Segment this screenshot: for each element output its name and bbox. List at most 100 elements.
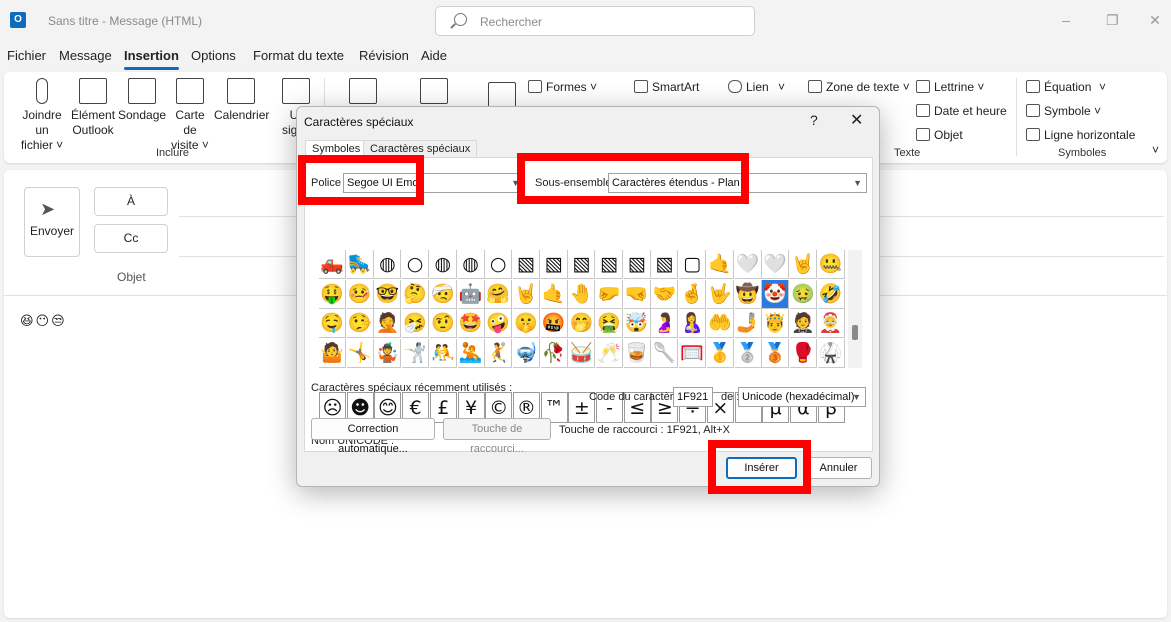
search-input[interactable]	[480, 13, 740, 31]
table-button[interactable]	[349, 72, 377, 108]
symbol-cell[interactable]: ▧	[623, 250, 651, 279]
symbol-cell[interactable]: 🤍	[762, 250, 790, 279]
symbol-cell[interactable]: 🥅	[679, 338, 707, 368]
text-box-button[interactable]: Zone de texte ˅	[808, 79, 910, 95]
symbol-cell[interactable]: 🤞	[679, 279, 707, 309]
tab-message[interactable]: Message	[59, 48, 112, 63]
symbol-cell[interactable]: ▧	[596, 250, 623, 279]
equation-dropdown[interactable]: ˅	[1099, 79, 1106, 95]
symbol-cell[interactable]: 🤮	[596, 309, 623, 338]
object-button[interactable]: Objet	[916, 127, 963, 143]
calendar-button[interactable]: Calendrier	[214, 72, 269, 123]
symbol-cell[interactable]: 🤱	[679, 309, 707, 338]
symbol-cell[interactable]: 🤹	[374, 338, 402, 368]
symbol-cell[interactable]: 🤺	[402, 338, 430, 368]
symbol-cell[interactable]: 🤩	[457, 309, 485, 338]
symbol-cell[interactable]: 🤪	[485, 309, 513, 338]
symbol-cell[interactable]: ▧	[512, 250, 540, 279]
symbol-cell[interactable]: ○	[485, 250, 513, 279]
symbol-cell[interactable]: 🤚	[568, 279, 596, 309]
symbol-cell[interactable]: 🤫	[512, 309, 540, 338]
autocorrect-button[interactable]: Correction automatique...	[311, 418, 435, 455]
symbol-cell[interactable]: 🤾	[485, 338, 513, 368]
from-combo[interactable]: Unicode (hexadécimal) ▼	[738, 387, 866, 407]
symbol-cell[interactable]: 🤸	[346, 338, 374, 368]
symbol-cell[interactable]: 🥀	[540, 338, 568, 368]
attach-file-button[interactable]: Joindre un fichier ˅	[14, 72, 70, 153]
symbol-cell[interactable]: 🤍	[734, 250, 762, 279]
symbol-cell[interactable]: 🤧	[402, 309, 430, 338]
restore-icon[interactable]: ❐	[1106, 13, 1119, 27]
symbol-cell[interactable]: 🤙	[540, 279, 568, 309]
symbol-cell[interactable]: 🤛	[596, 279, 623, 309]
cc-button[interactable]: Cc	[94, 224, 168, 253]
symbol-cell[interactable]: 🤒	[346, 279, 374, 309]
symbol-cell[interactable]: 🤖	[457, 279, 485, 309]
scrollbar-thumb[interactable]	[852, 325, 858, 340]
tab-format-du-texte[interactable]: Format du texte	[253, 48, 344, 63]
close-dialog-icon[interactable]: ✕	[850, 110, 863, 130]
symbol-cell[interactable]: 🤔	[402, 279, 430, 309]
symbol-cell[interactable]: ◍	[374, 250, 402, 279]
symbol-cell[interactable]: 🥈	[734, 338, 762, 368]
symbol-cell[interactable]: 🥊	[789, 338, 817, 368]
char-code-input[interactable]: 1F921	[673, 387, 713, 407]
send-button[interactable]: Envoyer	[24, 187, 80, 257]
symbol-cell[interactable]: 🤭	[568, 309, 596, 338]
symbol-cell[interactable]: ▧	[651, 250, 679, 279]
symbol-cell[interactable]: 🤘	[789, 250, 817, 279]
link-dropdown[interactable]: ˅	[778, 79, 785, 95]
symbol-cell[interactable]: 🤬	[540, 309, 568, 338]
symbol-cell[interactable]: ◍	[457, 250, 485, 279]
symbol-cell[interactable]: 🥁	[568, 338, 596, 368]
symbol-cell[interactable]: 🤥	[346, 309, 374, 338]
horizontal-line-button[interactable]: Ligne horizontale	[1026, 127, 1135, 143]
help-icon[interactable]: ?	[810, 112, 818, 128]
symbol-cell[interactable]: 🤢	[789, 279, 817, 309]
search-box[interactable]	[435, 6, 755, 36]
symbol-cell[interactable]: 🤳	[734, 309, 762, 338]
symbol-cell[interactable]: 🤦	[374, 309, 402, 338]
outlook-item-button[interactable]: Élément Outlook	[71, 72, 115, 138]
symbol-cell[interactable]: ○	[402, 250, 430, 279]
to-button[interactable]: À	[94, 187, 168, 216]
symbol-cell[interactable]: 🤗	[485, 279, 513, 309]
business-card-button[interactable]: Carte de visite ˅	[168, 72, 212, 153]
symbol-cell[interactable]: 🤜	[623, 279, 651, 309]
symbol-cell[interactable]: 🤼	[429, 338, 457, 368]
symbol-cell[interactable]: 🤵	[789, 309, 817, 338]
symbol-cell[interactable]: 🤑	[319, 279, 346, 309]
tab-options[interactable]: Options	[191, 48, 236, 63]
symbol-cell[interactable]: ▧	[540, 250, 568, 279]
symbol-cell[interactable]: 🛼	[346, 250, 374, 279]
symbol-cell[interactable]: 🤷	[319, 338, 346, 368]
symbol-cell[interactable]: 🛻	[319, 250, 346, 279]
symbol-cell[interactable]: 🤲	[706, 309, 734, 338]
symbol-cell[interactable]: 🤓	[374, 279, 402, 309]
symbol-cell[interactable]: 🤡	[762, 279, 790, 309]
tab-fichier[interactable]: Fichier	[7, 48, 46, 63]
symbol-cell[interactable]: 🤶	[817, 309, 845, 338]
symbol-cell[interactable]: 🥉	[762, 338, 790, 368]
minimize-icon[interactable]: –	[1060, 13, 1072, 27]
tab-aide[interactable]: Aide	[421, 48, 447, 63]
symbol-cell[interactable]: ▢	[679, 250, 707, 279]
symbol-cell[interactable]: 🤯	[623, 309, 651, 338]
symbol-cell[interactable]: 🤨	[429, 309, 457, 338]
tab-revision[interactable]: Révision	[359, 48, 409, 63]
symbol-cell[interactable]: 🤤	[319, 309, 346, 338]
poll-button[interactable]: Sondage	[118, 72, 166, 123]
collapse-ribbon-icon[interactable]: ˅	[1152, 142, 1159, 158]
symbol-cell[interactable]: 🤝	[651, 279, 679, 309]
close-window-icon[interactable]: ✕	[1149, 13, 1161, 27]
symbol-cell[interactable]: 🤴	[762, 309, 790, 338]
link-button[interactable]: Lien	[728, 79, 769, 95]
smartart-button[interactable]: SmartArt	[634, 79, 699, 95]
symbol-button[interactable]: Symbole ˅	[1026, 103, 1101, 119]
shapes-button[interactable]: Formes ˅	[528, 79, 597, 95]
symbol-cell[interactable]: 🥂	[596, 338, 623, 368]
cancel-button[interactable]: Annuler	[805, 457, 872, 479]
symbol-cell[interactable]: 🥇	[706, 338, 734, 368]
shortcut-key-button[interactable]: Touche de raccourci...	[443, 418, 551, 455]
date-time-button[interactable]: Date et heure	[916, 103, 1007, 119]
